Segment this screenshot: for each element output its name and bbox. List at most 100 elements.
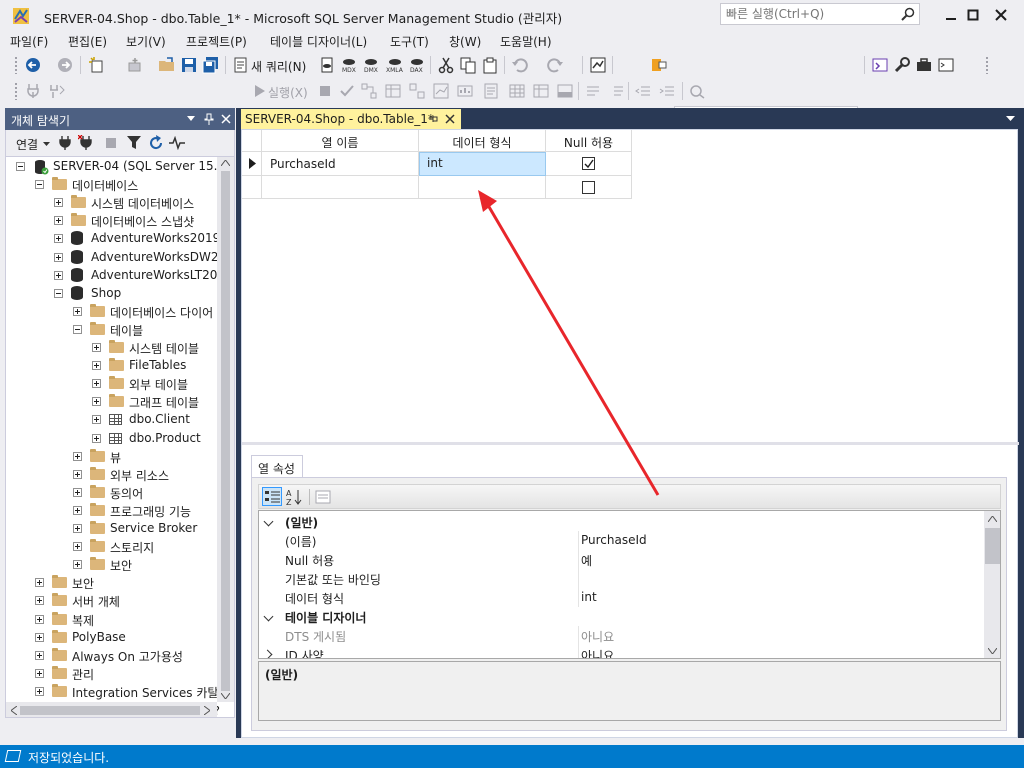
add-item-icon[interactable] <box>126 56 144 74</box>
expand-icon[interactable] <box>35 632 44 642</box>
expand-icon[interactable] <box>35 650 44 660</box>
tree-node[interactable]: 뷰 <box>6 448 217 466</box>
expand-icon[interactable] <box>73 487 82 497</box>
menu-window[interactable]: 창(W) <box>449 33 481 50</box>
connect-plug-icon[interactable] <box>24 82 42 100</box>
header-data-type[interactable]: 데이터 형식 <box>419 130 546 152</box>
property-row[interactable]: DTS 게시됨 아니요 <box>259 626 984 645</box>
menu-table-designer[interactable]: 테이블 디자이너(L) <box>270 33 367 50</box>
scroll-right-icon[interactable] <box>204 706 210 715</box>
results-to-text-icon[interactable] <box>482 82 500 100</box>
cancel-query-icon[interactable] <box>316 82 334 100</box>
property-grid-scrollbar[interactable] <box>984 511 1000 658</box>
tree-node[interactable]: 그래프 테이블 <box>6 393 217 411</box>
scroll-down-icon[interactable] <box>988 648 997 654</box>
tree-node[interactable]: 스토리지 <box>6 538 217 556</box>
expand-icon[interactable] <box>92 379 101 389</box>
close-panel-icon[interactable] <box>221 114 231 124</box>
tree-node[interactable]: Service Broker <box>6 520 217 538</box>
property-value[interactable]: PurchaseId <box>581 533 647 547</box>
expand-icon[interactable] <box>92 433 101 443</box>
tree-node[interactable]: 프로그래밍 기능 <box>6 502 217 520</box>
new-query-icon[interactable] <box>232 56 250 74</box>
categorized-button[interactable] <box>262 487 282 506</box>
expand-icon[interactable] <box>73 542 82 552</box>
tab-table-designer[interactable]: SERVER-04.Shop - dbo.Table_1* <box>241 109 461 129</box>
command-window-icon[interactable] <box>937 56 955 74</box>
tree-node[interactable]: dbo.Client <box>6 411 217 429</box>
toolbar-grip[interactable] <box>14 56 18 74</box>
allow-nulls-checkbox[interactable] <box>582 181 595 194</box>
tree-node[interactable]: 복제 <box>6 611 217 629</box>
toolbar-options-grip[interactable] <box>985 56 989 74</box>
search-icon[interactable] <box>900 6 916 22</box>
specify-template-values-icon[interactable] <box>688 82 706 100</box>
scroll-up-icon[interactable] <box>988 516 997 522</box>
toolbox-icon[interactable] <box>915 56 933 74</box>
menu-file[interactable]: 파일(F) <box>10 33 48 50</box>
pane-splitter[interactable] <box>242 442 1019 445</box>
allow-nulls-checkbox[interactable] <box>582 157 595 170</box>
find-icon[interactable] <box>650 56 668 74</box>
tree-horizontal-scrollbar[interactable] <box>6 702 217 717</box>
property-row[interactable]: ID 사양 아니요 <box>259 645 984 658</box>
expand-icon[interactable] <box>73 469 82 479</box>
tree-node[interactable]: AdventureWorks2019 <box>6 230 220 248</box>
connect-dropdown-icon[interactable] <box>43 142 50 146</box>
header-allow-nulls[interactable]: Null 허용 <box>546 130 632 152</box>
connect-button[interactable]: 연결 <box>16 136 38 153</box>
row-selector[interactable] <box>242 176 262 199</box>
dropdown-icon[interactable] <box>187 116 195 121</box>
tree-node[interactable]: 데이터베이스 스냅샷 <box>6 212 217 230</box>
menu-help[interactable]: 도움말(H) <box>500 33 552 50</box>
toolbar-grip[interactable] <box>14 82 18 100</box>
live-stats-icon[interactable] <box>432 82 450 100</box>
expand-icon[interactable] <box>35 578 44 588</box>
close-button[interactable] <box>978 2 1024 28</box>
tree-node[interactable]: 시스템 데이터베이스 <box>6 194 217 212</box>
copy-icon[interactable] <box>459 56 477 74</box>
back-icon[interactable] <box>24 56 42 74</box>
property-pages-icon[interactable] <box>315 489 331 505</box>
property-row[interactable]: 기본값 또는 바인딩 <box>259 569 984 588</box>
quick-launch[interactable] <box>720 3 920 25</box>
uncomment-icon[interactable] <box>608 82 626 100</box>
collapse-caret-icon[interactable] <box>263 611 274 622</box>
expand-icon[interactable] <box>73 505 82 515</box>
tree-scroll-thumb[interactable] <box>221 171 230 691</box>
expand-icon[interactable] <box>92 415 101 425</box>
menu-view[interactable]: 보기(V) <box>126 33 166 50</box>
include-plan-icon[interactable] <box>408 82 426 100</box>
disconnect-icon[interactable] <box>78 135 94 151</box>
parse-icon[interactable] <box>338 82 356 100</box>
tree-node[interactable]: dbo.Product <box>6 430 217 448</box>
tree-node[interactable]: Integration Services 카탈로 <box>6 683 229 701</box>
comment-out-icon[interactable] <box>584 82 602 100</box>
save-all-icon[interactable] <box>202 56 220 74</box>
expand-icon[interactable] <box>54 252 63 262</box>
scroll-up-icon[interactable] <box>221 160 230 166</box>
collapse-icon[interactable] <box>16 162 25 171</box>
expand-icon[interactable] <box>54 198 63 208</box>
header-column-name[interactable]: 열 이름 <box>262 130 419 152</box>
quick-launch-input[interactable] <box>721 4 891 24</box>
tree-node[interactable]: 데이터베이스 다이어 <box>6 303 217 321</box>
tree-node[interactable]: 시스템 테이블 <box>6 339 217 357</box>
menu-tools[interactable]: 도구(T) <box>390 33 429 50</box>
cut-icon[interactable] <box>437 56 455 74</box>
execute-button[interactable]: 실행(X) <box>268 84 308 101</box>
decrease-indent-icon[interactable] <box>634 82 652 100</box>
properties-wrench-icon[interactable] <box>893 56 911 74</box>
activity-monitor-icon[interactable] <box>589 56 607 74</box>
expand-icon[interactable] <box>35 668 44 678</box>
menu-project[interactable]: 프로젝트(P) <box>186 33 247 50</box>
row-selector[interactable] <box>242 152 262 176</box>
collapse-icon[interactable] <box>54 288 63 298</box>
open-file-icon[interactable] <box>158 56 176 74</box>
expand-icon[interactable] <box>92 343 101 352</box>
alphabetical-icon[interactable]: AZ <box>286 488 304 506</box>
display-plan-icon[interactable] <box>360 82 378 100</box>
tree-node[interactable]: FileTables <box>6 357 217 375</box>
new-query-button[interactable]: 새 쿼리(N) <box>251 58 306 75</box>
tree-node[interactable]: AdventureWorksDW201 <box>6 249 234 267</box>
